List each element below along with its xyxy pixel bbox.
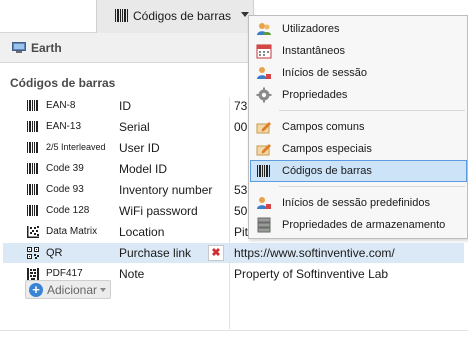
gear-icon <box>256 87 272 103</box>
menu-item-barcodes[interactable]: Códigos de barras <box>250 160 467 182</box>
tab-barcodes[interactable]: Códigos de barras <box>96 0 254 33</box>
menu-item-label: Utilizadores <box>282 23 340 35</box>
pdf417-icon <box>27 268 39 280</box>
barcode-icon <box>115 9 128 22</box>
barcodes-dropdown-menu: Utilizadores Instantâneos Inícios de ses… <box>248 15 468 239</box>
field-name[interactable]: User ID <box>119 141 160 155</box>
bottom-divider <box>0 330 468 331</box>
computer-header[interactable]: Earth <box>0 33 248 63</box>
barcode-icon <box>27 121 38 132</box>
barcode-icon <box>27 142 38 153</box>
menu-item-properties[interactable]: Propriedades <box>250 84 467 106</box>
field-name[interactable]: Note <box>119 267 144 281</box>
table-row-selected[interactable]: QR Purchase link ✖ https://www.softinven… <box>0 243 468 263</box>
add-button-label: Adicionar <box>47 283 98 297</box>
add-button[interactable]: + Adicionar <box>25 280 111 299</box>
menu-item-storage-properties[interactable]: Propriedades de armazenamento <box>250 214 467 236</box>
barcode-icon <box>27 163 38 174</box>
field-name[interactable]: Serial <box>119 120 150 134</box>
barcode-icon <box>27 184 38 195</box>
menu-item-common-fields[interactable]: Campos comuns <box>250 116 467 138</box>
computer-name: Earth <box>31 41 62 55</box>
menu-separator <box>279 186 465 187</box>
barcode-type: QR <box>46 247 63 259</box>
chevron-down-icon[interactable] <box>100 288 106 292</box>
menu-item-logons[interactable]: Inícios de sessão <box>250 62 467 84</box>
user-login-icon <box>257 67 271 79</box>
field-value[interactable]: 73 <box>234 99 247 113</box>
qr-icon <box>27 247 39 259</box>
barcode-type: Code 128 <box>46 205 90 216</box>
field-value[interactable]: 00 <box>234 120 247 134</box>
field-value[interactable]: 50 <box>234 204 247 218</box>
barcode-icon <box>27 100 38 111</box>
storage-icon <box>257 217 271 233</box>
menu-item-users[interactable]: Utilizadores <box>250 18 467 40</box>
tab-label: Códigos de barras <box>133 9 232 23</box>
section-title: Códigos de barras <box>10 76 116 90</box>
barcode-type: Code 39 <box>46 163 84 174</box>
users-icon <box>257 23 271 35</box>
plus-icon: + <box>29 283 43 297</box>
barcode-type: PDF417 <box>46 268 83 279</box>
field-name[interactable]: Model ID <box>119 162 167 176</box>
barcode-type: Code 93 <box>46 184 84 195</box>
menu-item-label: Códigos de barras <box>282 165 372 177</box>
menu-item-label: Campos comuns <box>282 121 365 133</box>
field-value[interactable]: Property of Softinventive Lab <box>234 267 388 281</box>
calendar-icon <box>256 44 272 59</box>
user-login-icon <box>257 197 271 209</box>
field-value[interactable]: 53 <box>234 183 247 197</box>
menu-item-label: Propriedades de armazenamento <box>282 219 446 231</box>
datamatrix-icon <box>27 226 39 238</box>
field-name[interactable]: Location <box>119 225 164 239</box>
menu-item-snapshots[interactable]: Instantâneos <box>250 40 467 62</box>
menu-separator <box>279 110 465 111</box>
field-name[interactable]: ID <box>119 99 131 113</box>
field-name[interactable]: WiFi password <box>119 204 198 218</box>
barcode-icon <box>27 205 38 216</box>
edit-fields-icon <box>256 144 271 156</box>
field-value[interactable]: https://www.softinventive.com/ <box>234 246 395 260</box>
field-name[interactable]: Inventory number <box>119 183 212 197</box>
field-name[interactable]: Purchase link <box>119 246 191 260</box>
barcode-icon <box>257 165 270 177</box>
menu-item-label: Instantâneos <box>282 45 345 57</box>
menu-item-default-logons[interactable]: Inícios de sessão predefinidos <box>250 192 467 214</box>
menu-item-label: Inícios de sessão predefinidos <box>282 197 430 209</box>
barcode-type: 2/5 Interleaved <box>46 142 106 152</box>
menu-item-label: Campos especiais <box>282 143 372 155</box>
computer-icon <box>12 42 26 53</box>
edit-fields-icon <box>256 122 271 134</box>
menu-item-label: Inícios de sessão <box>282 67 367 79</box>
barcode-type: EAN-13 <box>46 121 82 132</box>
menu-item-label: Propriedades <box>282 89 348 101</box>
barcode-type: EAN-8 <box>46 100 76 111</box>
barcode-type: Data Matrix <box>46 226 98 237</box>
delete-button[interactable]: ✖ <box>208 245 224 261</box>
menu-item-special-fields[interactable]: Campos especiais <box>250 138 467 160</box>
field-value[interactable]: Pit <box>234 225 248 239</box>
